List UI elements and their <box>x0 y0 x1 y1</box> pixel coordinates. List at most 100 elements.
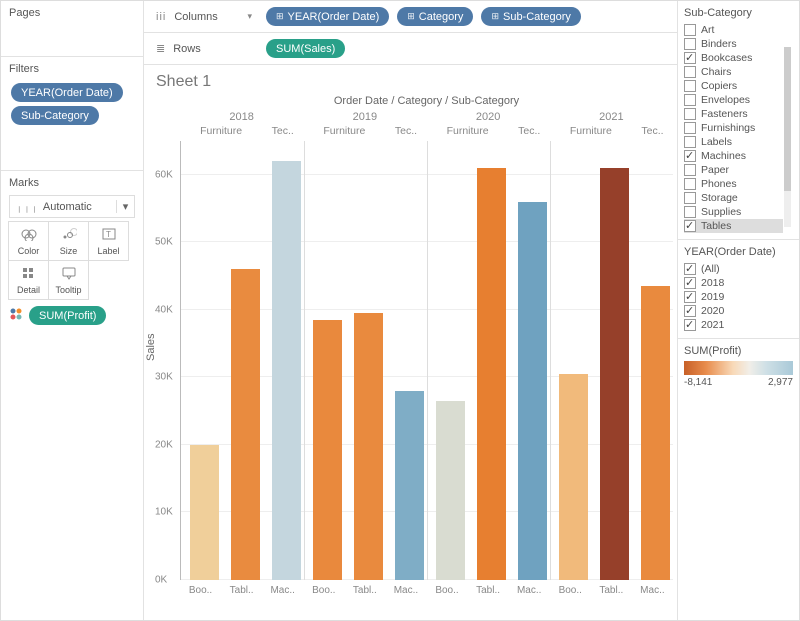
bar-2021-tables[interactable] <box>600 168 629 580</box>
filter-item[interactable]: 2021 <box>684 318 793 332</box>
bar-2020-machines[interactable] <box>518 202 547 580</box>
color-icon <box>21 227 37 243</box>
checkbox-icon[interactable] <box>684 178 696 190</box>
marks-detail-button[interactable]: Detail <box>8 260 49 300</box>
checkbox-icon[interactable] <box>684 94 696 106</box>
checkbox-icon[interactable] <box>684 192 696 204</box>
category-label: Tec.. <box>262 125 303 137</box>
checkbox-icon[interactable] <box>684 164 696 176</box>
column-pill[interactable]: ⊞Category <box>397 7 473 26</box>
filter-item[interactable]: 2019 <box>684 290 793 304</box>
checkbox-icon[interactable] <box>684 291 696 303</box>
checkbox-icon[interactable] <box>684 305 696 317</box>
filter-item-label: Binders <box>701 38 737 50</box>
marks-size-button[interactable]: Size <box>48 221 89 261</box>
bar-2018-tables[interactable] <box>231 269 260 580</box>
bar-2019-machines[interactable] <box>395 391 424 580</box>
bar-2020-tables[interactable] <box>477 168 506 580</box>
bar-2021-bookcases[interactable] <box>559 374 588 580</box>
filter-pill[interactable]: YEAR(Order Date) <box>11 83 123 102</box>
checkbox-icon[interactable] <box>684 52 696 64</box>
checkbox-icon[interactable] <box>684 206 696 218</box>
filter-item-label: Copiers <box>701 80 737 92</box>
filter-item[interactable]: Chairs <box>684 65 783 79</box>
filter-item[interactable]: Binders <box>684 37 783 51</box>
checkbox-icon[interactable] <box>684 263 696 275</box>
marks-profit-pill[interactable]: SUM(Profit) <box>29 306 106 325</box>
marks-type-label: Automatic <box>43 201 92 213</box>
center-column: iii Columns ▾ ⊞YEAR(Order Date)⊞Category… <box>144 1 677 620</box>
chevron-down-icon[interactable]: ▾ <box>247 11 258 22</box>
category-label: Furniture <box>180 125 262 137</box>
scrollbar[interactable] <box>784 47 791 227</box>
bar-2019-tables[interactable] <box>354 313 383 580</box>
subcategory-filter-card: Sub-Category ArtBindersBookcasesChairsCo… <box>678 1 799 240</box>
row-pill[interactable]: SUM(Sales) <box>266 39 345 58</box>
column-pill[interactable]: ⊞YEAR(Order Date) <box>266 7 389 26</box>
tooltip-icon <box>61 266 77 282</box>
checkbox-icon[interactable] <box>684 108 696 120</box>
filter-item[interactable]: 2018 <box>684 276 793 290</box>
x-label: Boo.. <box>303 585 344 596</box>
filter-item[interactable]: Copiers <box>684 79 783 93</box>
checkbox-icon[interactable] <box>684 220 696 232</box>
filter-item[interactable]: (All) <box>684 262 793 276</box>
rows-shelf[interactable]: ≣ Rows SUM(Sales) <box>144 33 677 65</box>
columns-icon: iii <box>156 11 166 23</box>
bar-2020-bookcases[interactable] <box>436 401 465 580</box>
svg-text:T: T <box>106 230 111 239</box>
filters-shelf[interactable]: Filters YEAR(Order Date)Sub-Category <box>1 57 143 171</box>
checkbox-icon[interactable] <box>684 150 696 162</box>
marks-type-dropdown[interactable]: ╷╷╷Automatic ▾ <box>9 195 135 218</box>
tableau-workspace: Pages Filters YEAR(Order Date)Sub-Catego… <box>0 0 800 621</box>
filter-item[interactable]: Tables <box>684 219 783 233</box>
filter-item-label: Paper <box>701 164 729 176</box>
y-axis-label: Sales <box>145 333 157 361</box>
chart-plot: Order Date / Category / Sub-Category 201… <box>180 95 673 596</box>
columns-shelf[interactable]: iii Columns ▾ ⊞YEAR(Order Date)⊞Category… <box>144 1 677 33</box>
checkbox-icon[interactable] <box>684 80 696 92</box>
filter-item[interactable]: Machines <box>684 149 783 163</box>
filter-item[interactable]: Storage <box>684 191 783 205</box>
label-icon: T <box>101 227 117 243</box>
filter-pill[interactable]: Sub-Category <box>11 106 99 125</box>
filter-item-label: (All) <box>701 263 720 275</box>
x-label: Tabl.. <box>344 585 385 596</box>
marks-title: Marks <box>9 177 135 189</box>
marks-label-button[interactable]: TLabel <box>88 221 129 261</box>
checkbox-icon[interactable] <box>684 66 696 78</box>
checkbox-icon[interactable] <box>684 277 696 289</box>
filter-item[interactable]: Fasteners <box>684 107 783 121</box>
filter-item[interactable]: Phones <box>684 177 783 191</box>
checkbox-icon[interactable] <box>684 122 696 134</box>
filter-item[interactable]: Furnishings <box>684 121 783 135</box>
pages-shelf[interactable]: Pages <box>1 1 143 57</box>
rows-label: Rows <box>173 43 201 55</box>
filter-item[interactable]: 2020 <box>684 304 793 318</box>
scrollbar-thumb[interactable] <box>784 47 791 191</box>
x-label: Mac.. <box>262 585 303 596</box>
filter-item[interactable]: Paper <box>684 163 783 177</box>
filter-item[interactable]: Labels <box>684 135 783 149</box>
filter-item[interactable]: Bookcases <box>684 51 783 65</box>
marks-color-button[interactable]: Color <box>8 221 49 261</box>
filter-item[interactable]: Envelopes <box>684 93 783 107</box>
checkbox-icon[interactable] <box>684 38 696 50</box>
bar-2019-bookcases[interactable] <box>313 320 342 580</box>
color-dots-icon <box>9 307 23 324</box>
marks-tooltip-button[interactable]: Tooltip <box>48 260 89 300</box>
checkbox-icon[interactable] <box>684 319 696 331</box>
color-gradient-bar[interactable] <box>684 361 793 375</box>
filter-item[interactable]: Supplies <box>684 205 783 219</box>
bar-2018-machines[interactable] <box>272 161 301 580</box>
x-label: Boo.. <box>180 585 221 596</box>
y-tick: 30K <box>155 372 173 383</box>
bar-2021-machines[interactable] <box>641 286 670 580</box>
y-tick: 50K <box>155 237 173 248</box>
checkbox-icon[interactable] <box>684 24 696 36</box>
filter-item[interactable]: Art <box>684 23 783 37</box>
checkbox-icon[interactable] <box>684 136 696 148</box>
bar-2018-bookcases[interactable] <box>190 445 219 580</box>
column-pill[interactable]: ⊞Sub-Category <box>481 7 580 26</box>
chevron-down-icon[interactable]: ▾ <box>116 200 134 213</box>
